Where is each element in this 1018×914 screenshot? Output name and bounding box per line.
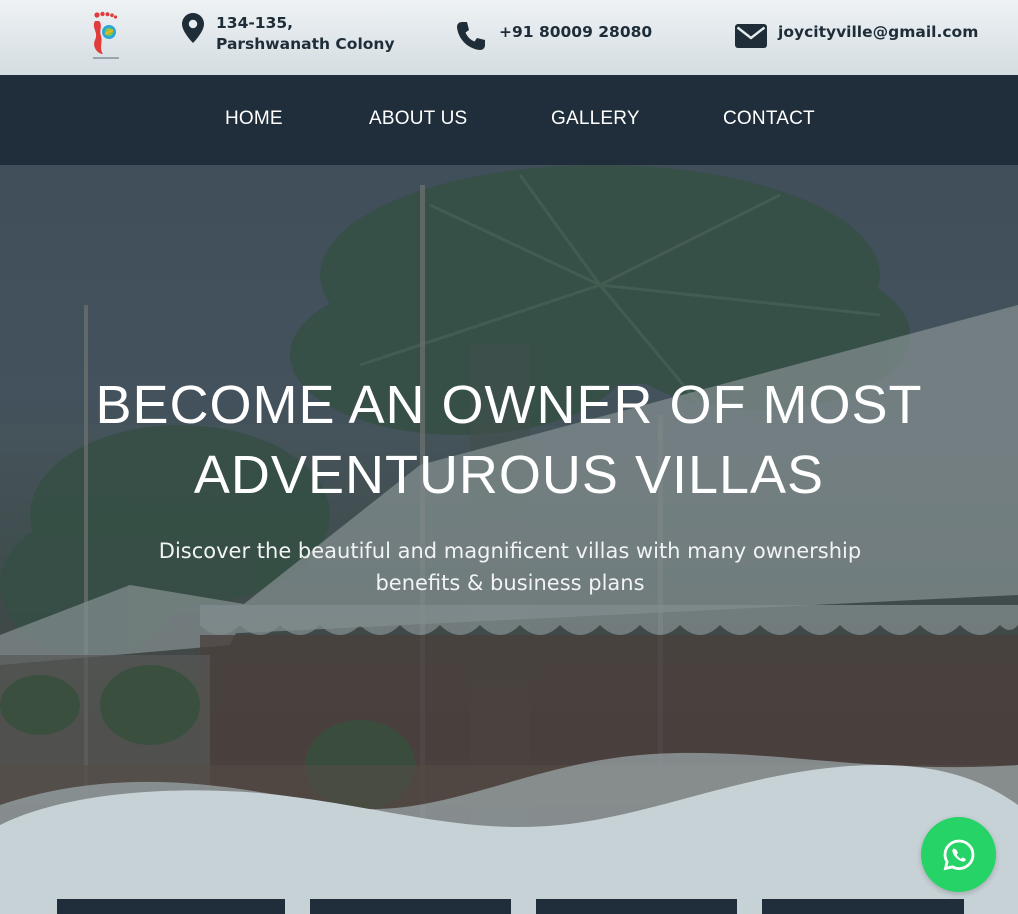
whatsapp-icon [943,839,974,870]
contact-phone[interactable]: +91 80009 28080 [455,20,652,56]
nav-gallery[interactable]: GALLERY [551,108,640,130]
main-navigation: HOME ABOUT US GALLERY CONTACT [0,75,1018,165]
top-contact-bar: 134-135, Parshwanath Colony +91 80009 28… [0,0,1018,75]
site-logo[interactable] [85,10,125,62]
feature-card-3[interactable] [536,899,737,914]
feature-card-2[interactable] [310,899,511,914]
nav-home[interactable]: HOME [225,108,283,130]
feature-card-4[interactable] [762,899,964,914]
nav-contact[interactable]: CONTACT [723,108,815,130]
hero-title: BECOME AN OWNER OF MOST ADVENTUROUS VILL… [0,370,1018,510]
address-text: 134-135, Parshwanath Colony [216,14,395,53]
phone-icon [455,20,487,56]
whatsapp-button[interactable] [921,817,996,892]
feature-card-1[interactable] [57,899,285,914]
footprint-logo-icon [93,11,119,59]
contact-email[interactable]: joycityville@gmail.com [735,20,978,52]
hero-title-line-2: ADVENTUROUS VILLAS [193,445,825,505]
contact-address: 134-135, Parshwanath Colony [182,13,406,55]
map-pin-icon [182,13,204,47]
envelope-icon [735,20,767,52]
phone-text[interactable]: +91 80009 28080 [499,22,652,43]
hero-subtitle: Discover the beautiful and magnificent v… [158,539,862,595]
hero-section: BECOME AN OWNER OF MOST ADVENTUROUS VILL… [0,165,1018,914]
hero-title-line-1: BECOME AN OWNER OF MOST [95,375,923,435]
nav-about-us[interactable]: ABOUT US [369,108,467,130]
email-text[interactable]: joycityville@gmail.com [778,22,978,43]
